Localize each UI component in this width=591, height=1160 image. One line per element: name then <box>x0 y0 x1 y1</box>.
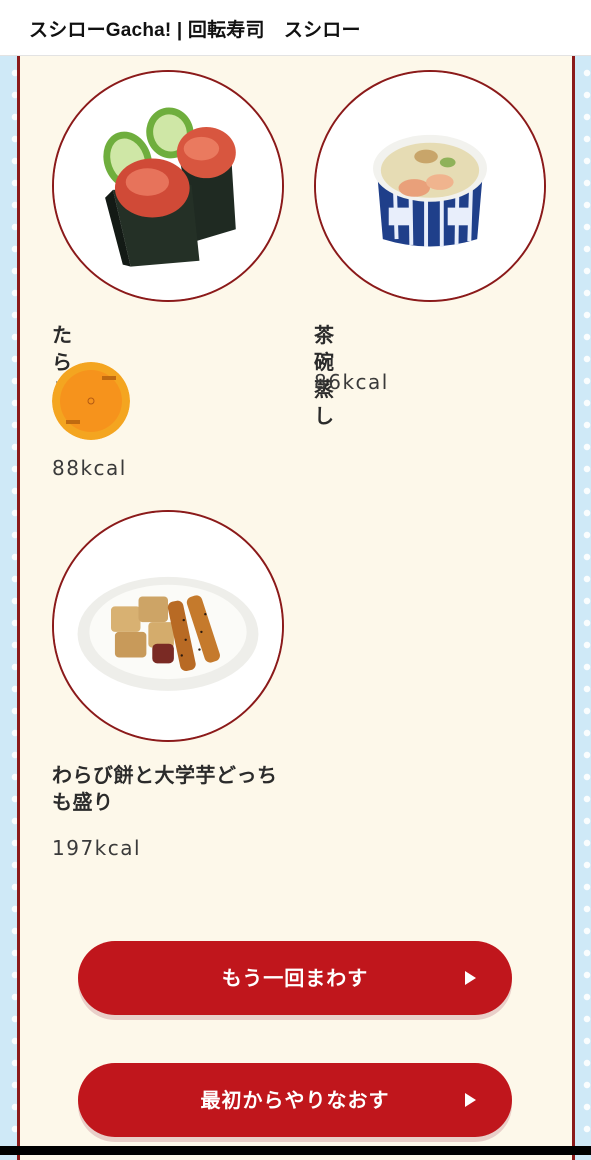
chawanmushi-image <box>314 70 546 302</box>
restart-button[interactable]: 最初からやりなおす <box>78 1063 512 1137</box>
restart-label: 最初からやりなおす <box>200 1088 390 1112</box>
play-arrow-icon <box>465 971 476 985</box>
orange-plate-icon <box>52 362 130 440</box>
item-name: わらび餅と大学芋どっちも盛り <box>52 763 278 814</box>
item-kcal: 86kcal <box>314 370 389 394</box>
spin-again-button[interactable]: もう一回まわす <box>78 941 512 1015</box>
item-kcal: 197kcal <box>52 836 142 860</box>
tarako-gunkan-image <box>52 70 284 302</box>
page-title: スシローGacha! | 回転寿司 スシロー <box>29 20 361 41</box>
play-arrow-icon <box>465 1093 476 1107</box>
item-kcal: 88kcal <box>52 456 127 480</box>
system-bottom-bar <box>0 1146 591 1155</box>
warabimochi-daigakuimo-image <box>52 510 284 742</box>
top-bar: スシローGacha! | 回転寿司 スシロー <box>0 0 591 56</box>
spin-again-label: もう一回まわす <box>221 966 369 990</box>
